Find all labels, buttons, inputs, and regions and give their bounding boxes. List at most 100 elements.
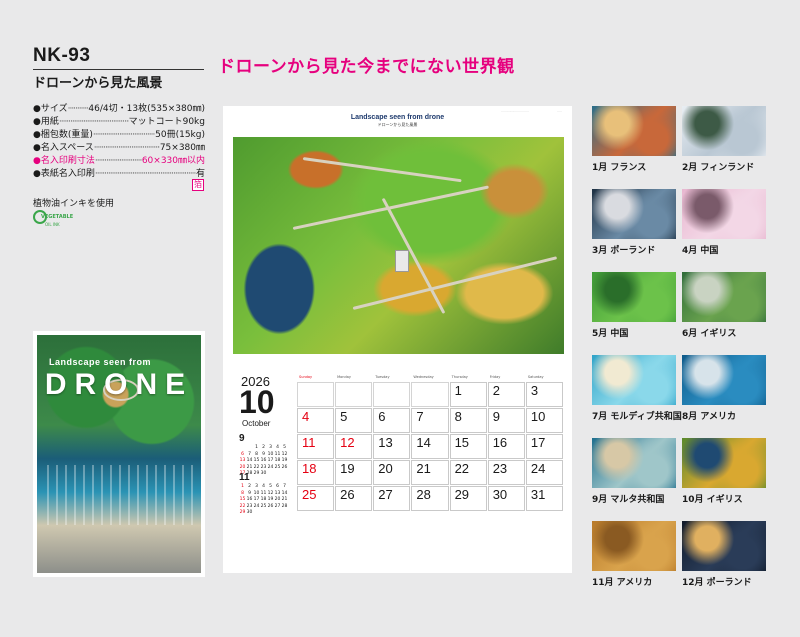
foil-badge: 箔 xyxy=(192,179,204,191)
thumbnail-caption: 2月 フィンランド xyxy=(682,163,755,173)
mini-day: 19 xyxy=(267,497,274,502)
day-cell: 11 xyxy=(297,434,335,459)
mini-day: 17 xyxy=(267,458,274,463)
mini-day xyxy=(267,510,274,516)
day-cell: 16 xyxy=(487,434,525,459)
day-cell: 19 xyxy=(335,460,373,485)
mini-day: 2 xyxy=(262,445,265,450)
month-number: 10 xyxy=(239,384,275,420)
mini-day: 13 xyxy=(239,458,246,463)
mini-day: 9 xyxy=(248,490,251,496)
thumbnail-photo xyxy=(592,355,676,405)
veg-logo-line1: VEGETABLE xyxy=(41,214,74,220)
thumbnail-photo xyxy=(682,438,766,488)
spec-row: ●梱包数(重量) 50冊(15kg) xyxy=(33,129,205,142)
spec-leader xyxy=(93,129,155,142)
month-thumbnail: 8月 アメリカ xyxy=(682,355,770,422)
month-photo xyxy=(233,137,564,354)
spec-row: ●名入スペース 75×380㎜ xyxy=(33,142,205,155)
mini-day: 8 xyxy=(241,490,244,496)
day-cell: 2 xyxy=(487,382,525,407)
mini-day xyxy=(274,510,281,516)
thumbnail-photo xyxy=(592,521,676,571)
mini-day: 21 xyxy=(246,464,253,470)
mini-day: 3 xyxy=(269,445,272,450)
cover-title: DRONE xyxy=(44,368,194,401)
park-path xyxy=(292,185,489,230)
day-cell: 13 xyxy=(373,434,411,459)
thumbnail-photo xyxy=(682,189,766,239)
weekday-label: Friday xyxy=(489,375,501,379)
thumbnail-caption: 11月 アメリカ xyxy=(592,578,653,588)
mini-day: 13 xyxy=(274,490,281,496)
fine-print: ····························· xyxy=(501,109,529,113)
day-cell: 24 xyxy=(525,460,563,485)
spec-value: マットコート90kg xyxy=(128,117,205,127)
mini-day xyxy=(253,510,260,516)
day-cell xyxy=(297,382,335,407)
day-cell: 9 xyxy=(487,408,525,433)
month-thumbnail: 1月 フランス xyxy=(592,106,680,173)
calendar-cover: Landscape seen from DRONE xyxy=(33,331,205,577)
thumbnail-caption: 7月 モルディブ共和国 xyxy=(592,412,682,422)
cover-tagline: Landscape seen from xyxy=(49,357,152,367)
thumbnail-photo xyxy=(682,272,766,322)
mini-day: 20 xyxy=(274,497,281,502)
mini-day: 10 xyxy=(267,451,274,457)
month-thumbnail: 11月 アメリカ xyxy=(592,521,680,588)
spec-key: ●梱包数(重量) xyxy=(33,130,93,140)
mini-day: 18 xyxy=(274,458,281,463)
marina xyxy=(47,465,197,525)
weekday-label: Tuesday xyxy=(375,375,390,379)
thumbnail-photo xyxy=(592,272,676,322)
weekday-header: Sunday Monday Tuesday Wednesday Thursday Frid… xyxy=(297,375,563,381)
day-cell: 12 xyxy=(335,434,373,459)
thumbnail-caption: 1月 フランス xyxy=(592,163,647,173)
weekday-label: Sunday xyxy=(299,375,313,379)
spec-row: ●用紙 マットコート90kg xyxy=(33,116,205,129)
mini-day: 5 xyxy=(283,445,286,450)
product-subtitle: ドローンから見た風景 xyxy=(33,76,163,91)
mini-day: 7 xyxy=(283,484,286,489)
day-cell: 23 xyxy=(487,460,525,485)
day-cell: 15 xyxy=(449,434,487,459)
mini-day: 14 xyxy=(281,490,288,496)
spec-key: ●名入スペース xyxy=(33,143,94,153)
spec-list: ●サイズ 46/4切・13枚(535×380㎜) ●用紙 マットコート90kg ●梱包数… xyxy=(33,103,205,181)
thumbnail-photo xyxy=(682,355,766,405)
mini-day xyxy=(260,510,267,516)
thumbnail-caption: 5月 中国 xyxy=(592,329,629,339)
month-thumbnail: 3月 ポーランド xyxy=(592,189,680,256)
day-cell: 1 xyxy=(449,382,487,407)
thumbnail-caption: 6月 イギリス xyxy=(682,329,737,339)
day-cell: 28 xyxy=(411,486,449,511)
spec-key: ●名入印刷寸法 xyxy=(33,156,95,166)
mini-day: 10 xyxy=(253,490,260,496)
month-thumbnail: 7月 モルディブ共和国 xyxy=(592,355,682,422)
mini-day: 12 xyxy=(281,451,288,457)
mini-day: 27 xyxy=(274,503,281,509)
cover-photo: Landscape seen from DRONE xyxy=(37,335,201,573)
photo-title: Landscape seen from drone xyxy=(350,114,445,121)
month-thumbnail: 9月 マルタ共和国 xyxy=(592,438,680,505)
day-cells: 1 2 3 4 5 6 7 8 9 10 11 12 13 14 15 16 17 18 19 20 21 22 23 24 2… xyxy=(297,382,563,511)
mini-calendar-prev: 9 1 2 3 4 5 6 7 8 9 10 11 12 13 14 15 16 17 18 19 20 21 22 23 2… xyxy=(239,433,291,477)
spec-key: ●用紙 xyxy=(33,117,59,127)
mini-day: 6 xyxy=(241,451,244,457)
mini-day: 2 xyxy=(248,484,251,489)
day-cell: 7 xyxy=(411,408,449,433)
mini-day xyxy=(246,445,253,451)
ink-note: 植物油インキを使用 xyxy=(33,199,115,209)
weekday-label: Saturday xyxy=(527,375,544,379)
day-cell: 29 xyxy=(449,486,487,511)
day-cell: 26 xyxy=(335,486,373,511)
thumbnail-caption: 10月 イギリス xyxy=(682,495,743,505)
day-cell: 30 xyxy=(487,486,525,511)
spec-leader xyxy=(94,142,160,155)
day-cell: 3 xyxy=(525,382,563,407)
park-path xyxy=(302,157,462,183)
month-thumbnail: 4月 中国 xyxy=(682,189,770,256)
spec-value: 60×330㎜以内 xyxy=(141,156,205,166)
day-cell: 22 xyxy=(449,460,487,485)
fine-print: ····· xyxy=(557,109,562,113)
